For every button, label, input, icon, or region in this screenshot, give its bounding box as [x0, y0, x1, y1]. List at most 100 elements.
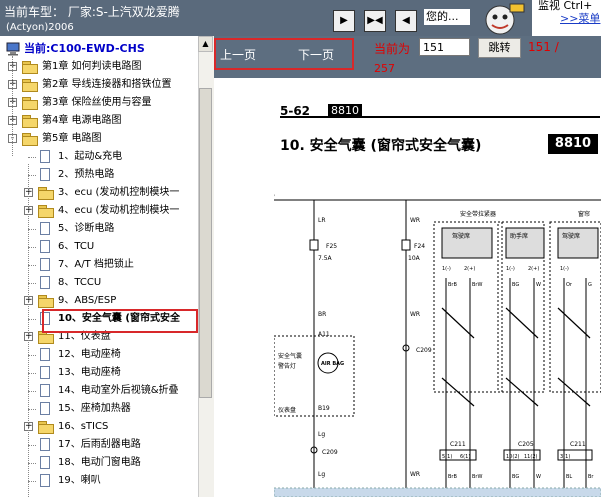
- page-icon: [40, 240, 50, 253]
- pin-row2-4: 3(1): [560, 454, 570, 460]
- page-icon: [40, 150, 50, 163]
- title-bar: 当前车型： 厂家:S-上汽双龙爱腾 (Actyon)2006 ▶ ▶◀ ◀ 您的…: [0, 0, 601, 36]
- tree-connector: [28, 409, 36, 410]
- page-icon: [40, 222, 50, 235]
- tree-item-label: 8、TCCU: [58, 277, 102, 288]
- car-model-year: (Actyon)2006: [6, 22, 74, 33]
- tree-connector: [28, 391, 36, 392]
- wire-row-2: BG: [512, 282, 519, 288]
- tree-item-label: 15、座椅加热器: [58, 403, 131, 414]
- wire-row-3: W: [536, 282, 541, 288]
- wire-wr2: WR: [410, 311, 420, 318]
- warn-label-2: 警告灯: [278, 362, 296, 370]
- pin-row-1: 2(+): [464, 266, 475, 272]
- back-button[interactable]: ◀: [395, 10, 417, 32]
- tree-item-label: 16、sTICS: [58, 421, 109, 432]
- folder-icon: [38, 295, 54, 308]
- pin-row2-3: 11(2): [524, 454, 537, 460]
- pin-row2-0: 5(1): [442, 454, 452, 460]
- connector-c205: C205: [518, 441, 534, 448]
- page-number-input[interactable]: [419, 38, 470, 56]
- menu-link[interactable]: >>菜单: [560, 10, 600, 26]
- content-area: 上一页 下一页 当前为 跳转 151 / 257 5-62 8810 10. 安…: [214, 36, 601, 497]
- wire-row-5: G: [588, 282, 592, 288]
- folder-icon: [22, 133, 38, 146]
- tree-connector: [28, 283, 36, 284]
- tree-item-label: 2、预热电路: [58, 169, 115, 180]
- tree-item-label: 第5章 电路图: [42, 133, 102, 144]
- tree-connector: [28, 229, 36, 230]
- pin-row2-2: 10(2): [506, 454, 519, 460]
- tree-connector: [28, 247, 36, 248]
- tree-connector: [28, 373, 36, 374]
- forward-button[interactable]: ▶: [333, 10, 355, 32]
- next-page-link[interactable]: 下一页: [298, 46, 334, 63]
- collapse-button[interactable]: ▶◀: [364, 10, 386, 32]
- tree-item-label: 9、ABS/ESP: [58, 295, 117, 306]
- page-icon: [40, 276, 50, 289]
- tree-connector: [28, 355, 36, 356]
- tree-item-label: 18、电动门窗电路: [58, 457, 141, 468]
- page-icon: [40, 474, 50, 487]
- wire-15: 15: [274, 191, 275, 199]
- wire-row2-2: BG: [512, 474, 519, 480]
- greeting-text: 您的...: [424, 9, 472, 25]
- folder-icon: [22, 115, 38, 128]
- pin-row2-1: 6(1): [460, 454, 470, 460]
- tree-connector: [28, 157, 36, 158]
- tree-connector: [28, 265, 36, 266]
- tree-item-label: 11、仪表盘: [58, 331, 111, 342]
- tree-item-label: 第4章 电源电路图: [42, 115, 122, 126]
- prev-page-link[interactable]: 上一页: [220, 46, 256, 63]
- page-icon: [40, 402, 50, 415]
- tree-item-label: 10、安全气囊 (窗帘式安全: [58, 313, 180, 324]
- wire-row2-1: BrW: [472, 474, 482, 480]
- page-icon: [40, 366, 50, 379]
- page-total-count: 257: [374, 62, 395, 75]
- tree-item-label: 第1章 如何判读电路图: [42, 61, 142, 72]
- wiring-diagram: 15 LR WR F25 7.5A F24 10A BR WR A11 C209…: [274, 191, 601, 497]
- folder-icon: [38, 331, 54, 344]
- pin-row-4: 1(-): [560, 266, 569, 272]
- tree-item-label: 5、诊断电路: [58, 223, 115, 234]
- fuse-f25: F25: [326, 243, 337, 250]
- wire-lg2: Lg: [318, 471, 325, 478]
- folder-icon: [22, 97, 38, 110]
- fuse-f24: F24: [414, 243, 425, 250]
- computer-icon: [6, 42, 20, 56]
- wire-wr3: WR: [410, 471, 420, 478]
- page-icon: [40, 438, 50, 451]
- connector-c209b: C209: [322, 449, 338, 456]
- connector-c209: C209: [416, 347, 432, 354]
- scroll-thumb[interactable]: [199, 88, 212, 398]
- pin-a11: A11: [318, 331, 330, 338]
- pin-row-0: 1(-): [442, 266, 451, 272]
- fuse-f25-amp: 7.5A: [318, 255, 333, 262]
- jump-button[interactable]: 跳转: [478, 38, 521, 58]
- current-car-model: 当前车型： 厂家:S-上汽双龙爱腾: [4, 5, 180, 19]
- scroll-up-arrow[interactable]: ▲: [198, 36, 213, 52]
- section-title: 10. 安全气囊 (窗帘式安全气囊): [280, 138, 482, 154]
- tree-item-label: 3、ecu (发动机控制模块一: [58, 187, 180, 198]
- curtain-header: 窗帘: [578, 210, 590, 218]
- tree-item-label: 第2章 导线连接器和搭铁位置: [42, 79, 172, 90]
- document-page: 5-62 8810 10. 安全气囊 (窗帘式安全气囊) 8810 15 LR …: [214, 78, 601, 497]
- tree-item-label: 7、A/T 档把锁止: [58, 259, 134, 270]
- folder-icon: [22, 79, 38, 92]
- chapter-tree[interactable]: 当前:C100-EWD-CHS + 第1章 如何判读电路图 + 第2章 导线连接器和搭…: [0, 36, 214, 497]
- fuse-wire-wr: WR: [410, 217, 420, 224]
- tree-connector: [28, 164, 29, 497]
- pin-b19: B19: [318, 405, 330, 412]
- pin-row-2: 1(-): [506, 266, 515, 272]
- wire-lg: Lg: [318, 431, 325, 438]
- header-rule: [280, 116, 600, 118]
- tree-item-label: 12、电动座椅: [58, 349, 121, 360]
- driver2-label: 驾驶席: [562, 232, 580, 240]
- tree-item-label: 13、电动座椅: [58, 367, 121, 378]
- wire-row-0: BrB: [448, 282, 457, 288]
- cluster-label: 仪表盘: [278, 406, 296, 414]
- wire-row2-5: Br: [588, 474, 594, 480]
- page-icon: [40, 348, 50, 361]
- page-icon: [40, 456, 50, 469]
- connector-c211b: C211: [570, 441, 586, 448]
